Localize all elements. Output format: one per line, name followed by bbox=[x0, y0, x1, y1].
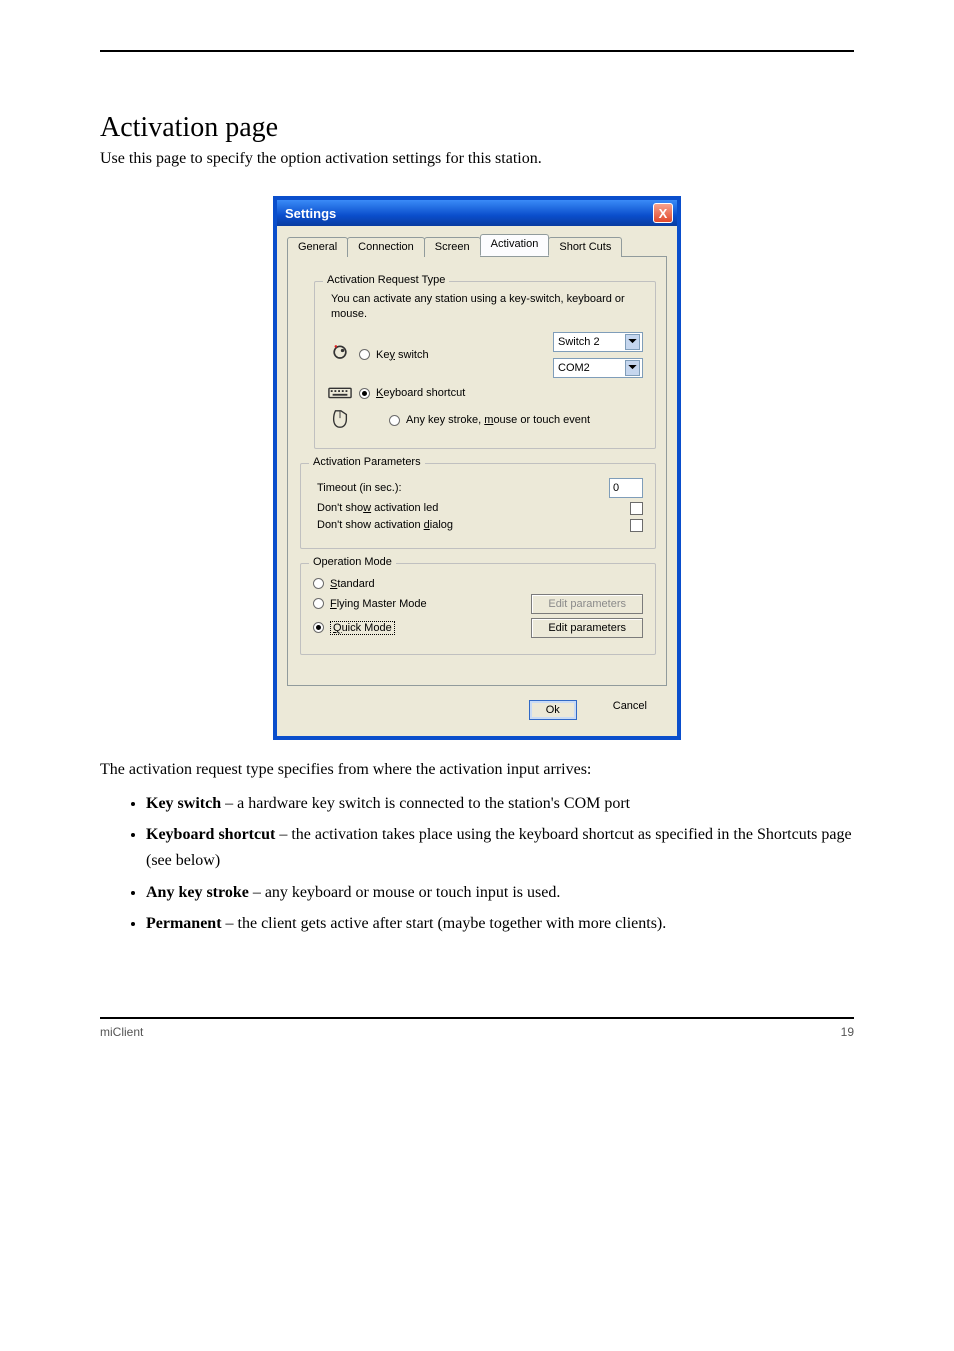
legend-activation-params: Activation Parameters bbox=[309, 456, 425, 468]
dialog-titlebar: Settings X bbox=[277, 200, 677, 226]
radio-keyboard-shortcut[interactable] bbox=[359, 388, 370, 399]
label-key-switch: Key switch bbox=[376, 349, 429, 361]
radio-standard[interactable] bbox=[313, 578, 324, 589]
group-activation-request: Activation Request Type You can activate… bbox=[314, 281, 656, 449]
chevron-down-icon bbox=[625, 360, 640, 376]
body-text: The activation request type specifies fr… bbox=[100, 758, 854, 781]
label-dont-show-led: Don't show activation led bbox=[317, 502, 438, 514]
dropdown-com-value: COM2 bbox=[558, 362, 590, 374]
dropdown-switch-value: Switch 2 bbox=[558, 336, 600, 348]
legend-operation-mode: Operation Mode bbox=[309, 556, 396, 568]
cancel-button[interactable]: Cancel bbox=[613, 700, 647, 720]
label-timeout: Timeout (in sec.): bbox=[317, 482, 402, 494]
chevron-down-icon bbox=[625, 334, 640, 350]
group-operation-mode: Operation Mode Standard Flying bbox=[300, 563, 656, 655]
tab-strip: General Connection Screen Activation Sho… bbox=[287, 234, 667, 257]
label-any-key: Any key stroke, mouse or touch event bbox=[406, 414, 590, 426]
list-item: Permanent – the client gets active after… bbox=[146, 911, 854, 937]
close-icon: X bbox=[659, 206, 668, 221]
settings-dialog: Settings X General Connection Screen Act… bbox=[273, 196, 681, 740]
radio-key-switch[interactable] bbox=[359, 349, 370, 360]
tab-activation[interactable]: Activation bbox=[480, 234, 550, 256]
list-item: Keyboard shortcut – the activation takes… bbox=[146, 822, 854, 873]
radio-quick-mode[interactable] bbox=[313, 622, 324, 633]
radio-flying-master[interactable] bbox=[313, 598, 324, 609]
label-quick-mode: Quick Mode bbox=[330, 622, 395, 634]
close-button[interactable]: X bbox=[653, 203, 673, 223]
footer-right: 19 bbox=[841, 1025, 854, 1039]
dropdown-switch[interactable]: Switch 2 bbox=[553, 332, 643, 352]
label-flying-master: Flying Master Mode bbox=[330, 598, 427, 610]
tab-shortcuts[interactable]: Short Cuts bbox=[548, 237, 622, 257]
list-item: Key switch – a hardware key switch is co… bbox=[146, 791, 854, 817]
radio-any-key[interactable] bbox=[389, 415, 400, 426]
page-title: Activation page bbox=[100, 112, 854, 144]
dropdown-com[interactable]: COM2 bbox=[553, 358, 643, 378]
page-subtitle: Use this page to specify the option acti… bbox=[100, 150, 854, 168]
label-keyboard-shortcut: Keyboard shortcut bbox=[376, 387, 465, 399]
bullet-list: Key switch – a hardware key switch is co… bbox=[100, 791, 854, 937]
key-switch-icon bbox=[327, 343, 353, 366]
group-activation-params: Activation Parameters Timeout (in sec.):… bbox=[300, 463, 656, 549]
tab-screen[interactable]: Screen bbox=[424, 237, 481, 257]
keyboard-icon bbox=[327, 382, 353, 405]
label-dont-show-dialog: Don't show activation dialog bbox=[317, 519, 453, 531]
activation-hint: You can activate any station using a key… bbox=[331, 292, 643, 322]
edit-flying-parameters-button: Edit parameters bbox=[531, 594, 643, 614]
input-timeout[interactable] bbox=[609, 478, 643, 498]
checkbox-dont-show-led[interactable] bbox=[630, 502, 643, 515]
tab-connection[interactable]: Connection bbox=[347, 237, 425, 257]
label-standard: Standard bbox=[330, 578, 375, 590]
legend-activation-request: Activation Request Type bbox=[323, 274, 449, 286]
ok-button[interactable]: Ok bbox=[529, 700, 577, 720]
edit-quick-parameters-button[interactable]: Edit parameters bbox=[531, 618, 643, 638]
footer-left: miClient bbox=[100, 1025, 143, 1039]
tab-general[interactable]: General bbox=[287, 237, 348, 257]
checkbox-dont-show-dialog[interactable] bbox=[630, 519, 643, 532]
list-item: Any key stroke – any keyboard or mouse o… bbox=[146, 880, 854, 906]
dialog-title: Settings bbox=[285, 206, 653, 221]
mouse-icon bbox=[327, 409, 353, 432]
